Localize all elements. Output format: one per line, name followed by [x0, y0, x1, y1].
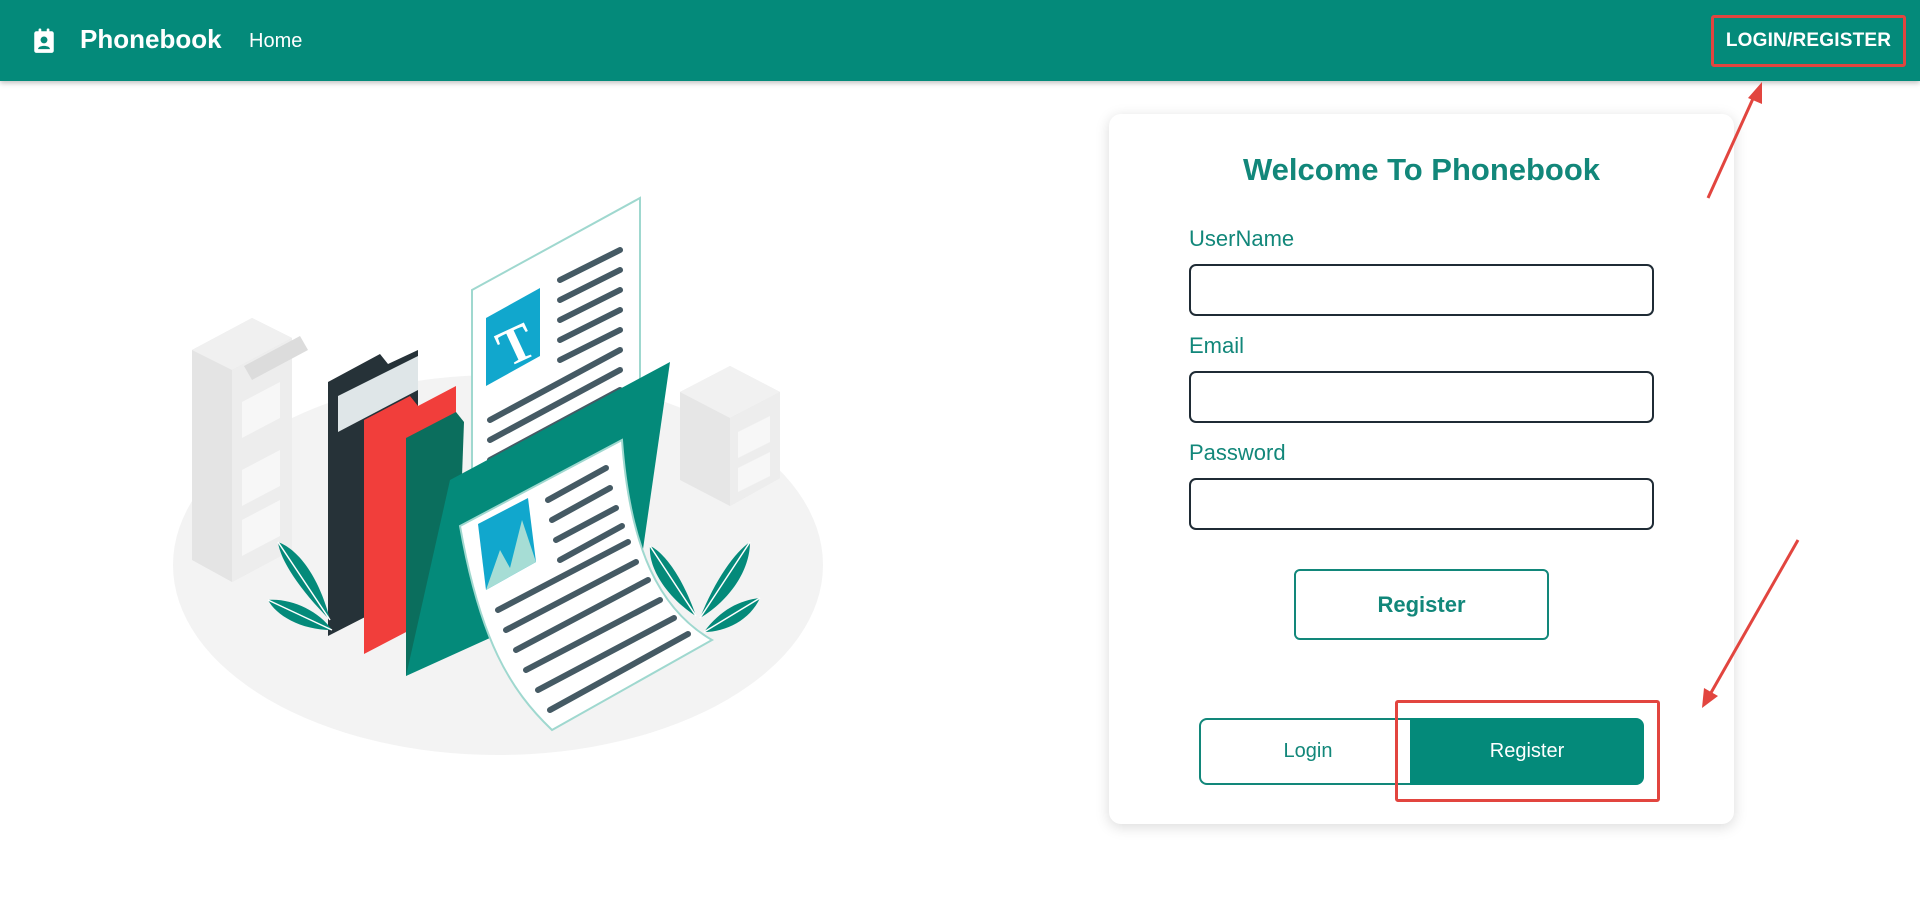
left-file-cabinet	[192, 318, 308, 582]
contact-book-icon	[34, 28, 54, 53]
login-register-link[interactable]: LOGIN/REGISTER	[1711, 15, 1906, 67]
password-input[interactable]	[1189, 478, 1654, 530]
username-label: UserName	[1189, 226, 1295, 251]
username-input[interactable]	[1189, 264, 1654, 316]
register-submit-button[interactable]: Register	[1294, 569, 1549, 640]
documents-illustration: T	[173, 196, 823, 755]
nav-home-link[interactable]: Home	[249, 30, 302, 53]
navbar: Phonebook Home LOGIN/REGISTER	[0, 0, 1920, 81]
email-label: Email	[1189, 333, 1245, 358]
highlight-register-box	[1395, 700, 1660, 802]
toggle-login-button[interactable]: Login	[1199, 718, 1415, 785]
right-file-cabinet	[680, 366, 780, 506]
brand-title[interactable]: Phonebook	[80, 24, 222, 55]
email-input[interactable]	[1189, 371, 1654, 423]
password-label: Password	[1189, 440, 1286, 465]
form-title: Welcome To Phonebook	[1242, 152, 1601, 187]
